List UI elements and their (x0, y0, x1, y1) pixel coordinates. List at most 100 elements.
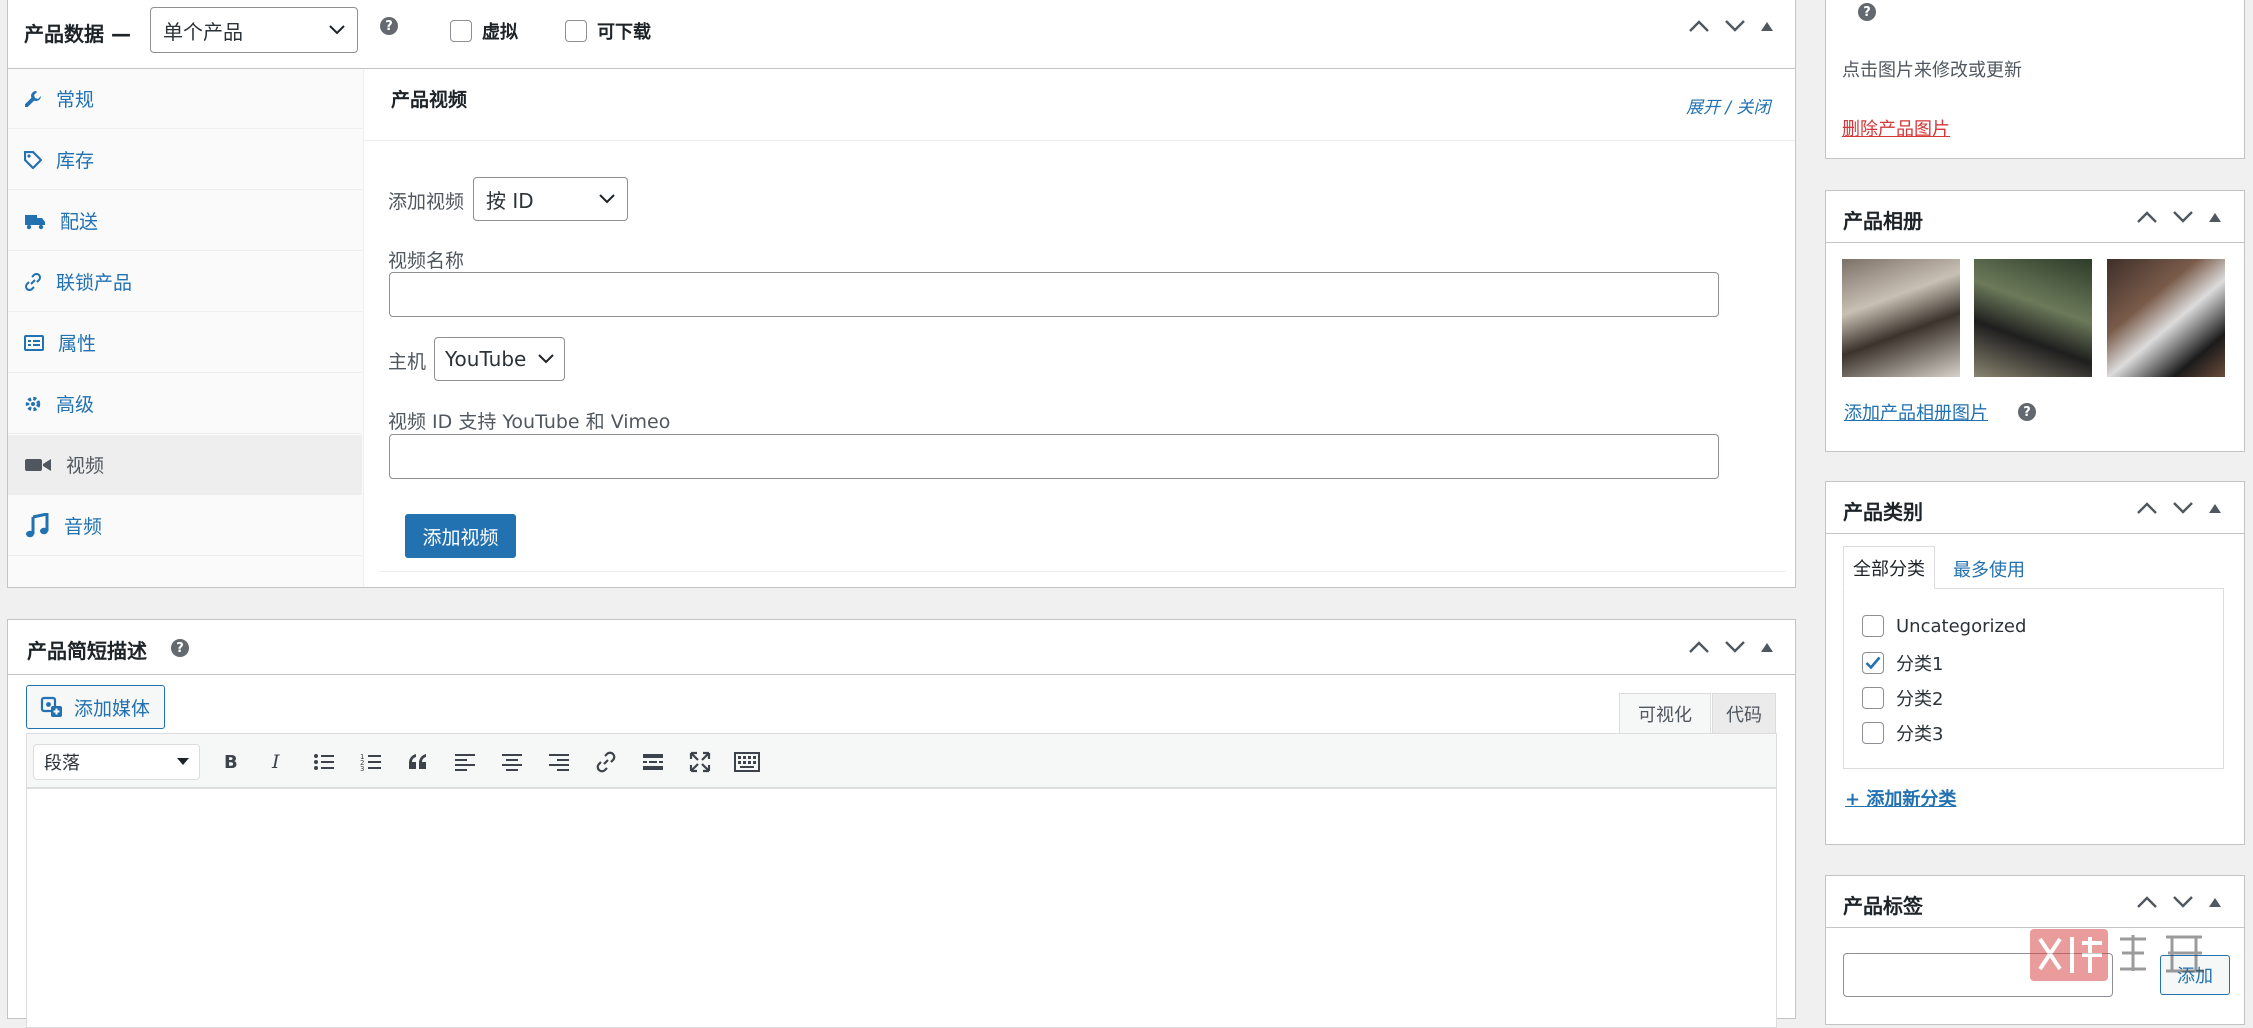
link-icon (24, 272, 42, 291)
tab-audio[interactable]: 音频 (8, 496, 362, 556)
product-image-box: ? 点击图片来修改或更新 删除产品图片 (1825, 0, 2245, 159)
tab-general[interactable]: 常规 (8, 69, 362, 129)
read-more-icon[interactable] (636, 745, 670, 779)
chevron-up-icon[interactable] (2136, 210, 2158, 224)
chevron-down-icon (538, 354, 554, 364)
remove-product-image-link[interactable]: 删除产品图片 (1842, 115, 1950, 141)
video-id-label: 视频 ID 支持 YouTube 和 Vimeo (388, 411, 671, 433)
chevron-down-icon[interactable] (2172, 210, 2194, 224)
collapse-triangle-icon[interactable] (2208, 502, 2222, 514)
category-item[interactable]: 分类2 (1862, 685, 1943, 711)
product-categories-box: 产品类别 全部分类 最多使用 Uncategorized 分类1 分类2 分类3… (1825, 481, 2245, 845)
gallery-image[interactable] (2107, 259, 2225, 377)
panel-controls (1688, 640, 1774, 654)
downloadable-option[interactable]: 可下载 (565, 18, 651, 44)
category-checkbox[interactable] (1862, 687, 1884, 709)
chevron-down-icon[interactable] (2172, 501, 2194, 515)
tab-linked-products[interactable]: 联锁产品 (8, 252, 362, 312)
fullscreen-icon[interactable] (683, 745, 717, 779)
tab-code[interactable]: 代码 (1712, 693, 1776, 733)
panel-controls (2136, 895, 2222, 909)
gallery-image[interactable] (1842, 259, 1960, 377)
svg-text:I: I (271, 752, 280, 772)
virtual-option[interactable]: 虚拟 (450, 18, 518, 44)
category-item[interactable]: 分类1 (1862, 650, 1943, 676)
tab-shipping[interactable]: 配送 (8, 191, 362, 251)
add-video-method-select[interactable]: 按 ID (473, 177, 628, 221)
italic-icon[interactable]: I (260, 745, 294, 779)
collapse-triangle-icon[interactable] (1760, 641, 1774, 653)
chevron-down-icon (329, 25, 345, 35)
wrench-icon (25, 90, 41, 107)
tab-most-used[interactable]: 最多使用 (1953, 556, 2025, 582)
tags-header: 产品标签 (1826, 876, 2244, 928)
bold-icon[interactable]: B (213, 745, 247, 779)
collapse-triangle-icon[interactable] (1760, 20, 1774, 32)
product-type-select[interactable]: 单个产品 (150, 7, 358, 53)
collapse-triangle-icon[interactable] (2208, 211, 2222, 223)
tab-all-categories[interactable]: 全部分类 (1843, 546, 1935, 589)
downloadable-checkbox[interactable] (565, 20, 587, 42)
video-panel-divider (364, 140, 1795, 141)
tab-visual[interactable]: 可视化 (1619, 693, 1711, 733)
categories-title: 产品类别 (1843, 500, 1923, 524)
help-icon[interactable]: ? (1858, 3, 1876, 21)
toolbar-toggle-icon[interactable] (730, 745, 764, 779)
video-panel: 产品视频 展开 / 关闭 添加视频 按 ID 视频名称 主机 YouTube 视… (364, 69, 1795, 587)
product-data-header: 产品数据 — 单个产品 ? 虚拟 可下载 (8, 0, 1795, 69)
caret-down-icon (177, 758, 189, 765)
help-icon[interactable]: ? (2018, 403, 2036, 421)
blockquote-icon[interactable] (401, 745, 435, 779)
image-hint-text: 点击图片来修改或更新 (1842, 60, 2022, 81)
chevron-up-icon[interactable] (1688, 640, 1710, 654)
help-icon[interactable]: ? (171, 639, 189, 657)
insert-link-icon[interactable] (589, 745, 623, 779)
chevron-down-icon[interactable] (2172, 895, 2194, 909)
gear-icon (25, 396, 41, 411)
add-video-button[interactable]: 添加视频 (405, 514, 516, 558)
tab-attributes[interactable]: 属性 (8, 313, 362, 373)
brush-glyph-decoration (2120, 935, 2204, 973)
category-checkbox[interactable] (1862, 722, 1884, 744)
categories-header: 产品类别 (1826, 482, 2244, 534)
virtual-checkbox[interactable] (450, 20, 472, 42)
chevron-up-icon[interactable] (1688, 19, 1710, 33)
category-list: Uncategorized 分类1 分类2 分类3 (1843, 588, 2224, 769)
align-center-icon[interactable] (495, 745, 529, 779)
tags-title: 产品标签 (1843, 894, 1923, 918)
chevron-up-icon[interactable] (2136, 501, 2158, 515)
category-checkbox[interactable] (1862, 615, 1884, 637)
chevron-down-icon[interactable] (1724, 640, 1746, 654)
add-new-category-link[interactable]: + 添加新分类 (1845, 785, 1956, 811)
numbered-list-icon[interactable]: 123 (354, 745, 388, 779)
help-icon[interactable]: ? (380, 17, 398, 35)
category-item[interactable]: Uncategorized (1862, 615, 2026, 637)
chevron-up-icon[interactable] (2136, 895, 2158, 909)
short-description-panel: 产品简短描述 ? 添加媒体 可视化 代码 段落 B I 123 (7, 619, 1796, 1028)
add-gallery-images-link[interactable]: 添加产品相册图片 (1844, 399, 1988, 425)
host-label: 主机 (388, 351, 427, 373)
editor-content-area[interactable] (26, 788, 1777, 1028)
collapse-triangle-icon[interactable] (2208, 896, 2222, 908)
add-video-label: 添加视频 (388, 191, 465, 213)
chevron-down-icon (599, 194, 615, 204)
category-item[interactable]: 分类3 (1862, 720, 1943, 746)
align-right-icon[interactable] (542, 745, 576, 779)
add-media-button[interactable]: 添加媒体 (26, 685, 165, 729)
video-id-input[interactable] (389, 434, 1719, 479)
chevron-down-icon[interactable] (1724, 19, 1746, 33)
format-select[interactable]: 段落 (33, 744, 200, 780)
svg-text:3: 3 (360, 765, 364, 772)
tab-inventory[interactable]: 库存 (8, 130, 362, 190)
align-left-icon[interactable] (448, 745, 482, 779)
category-checkbox-checked[interactable] (1862, 652, 1884, 674)
editor-toolbar: 段落 B I 123 (26, 733, 1777, 788)
gallery-image[interactable] (1974, 259, 2092, 377)
tab-advanced[interactable]: 高级 (8, 374, 362, 434)
video-name-input[interactable] (389, 272, 1719, 317)
seal-glyph-decoration (2038, 937, 2102, 973)
tab-video[interactable]: 视频 (8, 435, 362, 495)
host-select[interactable]: YouTube (434, 337, 565, 381)
expand-collapse-link[interactable]: 展开 / 关闭 (1686, 93, 1771, 118)
bullet-list-icon[interactable] (307, 745, 341, 779)
